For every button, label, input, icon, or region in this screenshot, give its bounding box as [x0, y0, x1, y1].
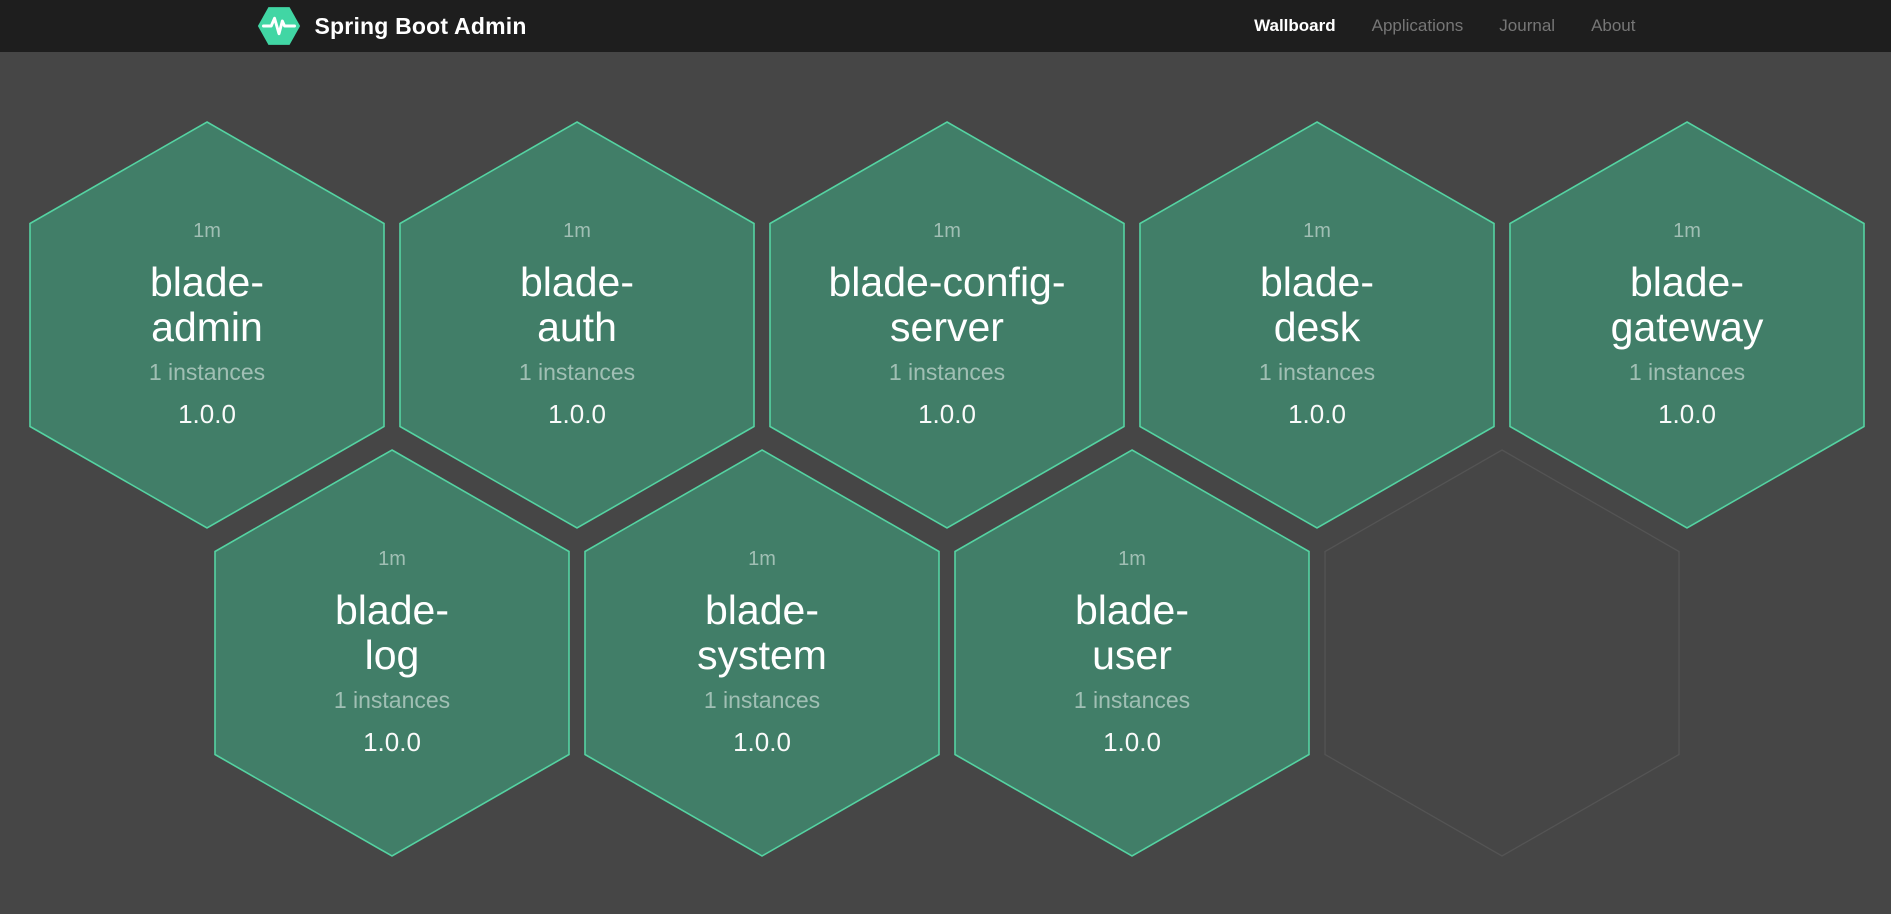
- app-name: blade- log: [335, 588, 449, 677]
- app-name: blade-config- server: [828, 260, 1065, 349]
- top-navbar: Spring Boot Admin Wallboard Applications…: [0, 0, 1891, 52]
- hexagon-content: 1m blade- system 1 instances 1.0.0: [585, 450, 939, 856]
- nav-item-journal[interactable]: Journal: [1499, 16, 1555, 36]
- app-uptime: 1m: [748, 548, 776, 571]
- app-version: 1.0.0: [363, 727, 421, 758]
- brand[interactable]: Spring Boot Admin: [256, 6, 527, 46]
- app-version: 1.0.0: [733, 727, 791, 758]
- wallboard-canvas: 1m blade- admin 1 instances 1.0.0 1m bla…: [0, 52, 1891, 914]
- app-title: Spring Boot Admin: [315, 13, 527, 40]
- app-instances: 1 instances: [519, 359, 635, 386]
- app-version: 1.0.0: [918, 399, 976, 430]
- hexagon-content: 1m blade- user 1 instances 1.0.0: [955, 450, 1309, 856]
- main-nav: Wallboard Applications Journal About: [1254, 16, 1635, 36]
- app-name: blade- desk: [1260, 260, 1374, 349]
- hexagon-content: 1m blade- log 1 instances 1.0.0: [215, 450, 569, 856]
- app-instances: 1 instances: [149, 359, 265, 386]
- navbar-container: Spring Boot Admin Wallboard Applications…: [256, 0, 1636, 52]
- app-uptime: 1m: [1303, 220, 1331, 243]
- app-version: 1.0.0: [1103, 727, 1161, 758]
- app-name: blade- user: [1075, 588, 1189, 677]
- app-hexagon-blade-system[interactable]: 1m blade- system 1 instances 1.0.0: [585, 450, 939, 856]
- app-uptime: 1m: [378, 548, 406, 571]
- app-instances: 1 instances: [889, 359, 1005, 386]
- app-hexagon-blade-user[interactable]: 1m blade- user 1 instances 1.0.0: [955, 450, 1309, 856]
- app-hexagon-blade-log[interactable]: 1m blade- log 1 instances 1.0.0: [215, 450, 569, 856]
- app-instances: 1 instances: [334, 687, 450, 714]
- app-uptime: 1m: [563, 220, 591, 243]
- app-instances: 1 instances: [1074, 687, 1190, 714]
- nav-item-applications[interactable]: Applications: [1372, 16, 1464, 36]
- app-version: 1.0.0: [1658, 399, 1716, 430]
- hexagon-outline-shape: [1325, 450, 1679, 856]
- nav-item-about[interactable]: About: [1591, 16, 1635, 36]
- app-uptime: 1m: [933, 220, 961, 243]
- app-name: blade- system: [697, 588, 827, 677]
- app-uptime: 1m: [193, 220, 221, 243]
- nav-item-wallboard[interactable]: Wallboard: [1254, 16, 1336, 36]
- app-instances: 1 instances: [704, 687, 820, 714]
- empty-hexagon-slot: [1325, 450, 1679, 856]
- app-version: 1.0.0: [178, 399, 236, 430]
- app-uptime: 1m: [1673, 220, 1701, 243]
- app-name: blade- auth: [520, 260, 634, 349]
- app-name: blade- admin: [150, 260, 264, 349]
- app-instances: 1 instances: [1629, 359, 1745, 386]
- app-version: 1.0.0: [1288, 399, 1346, 430]
- app-instances: 1 instances: [1259, 359, 1375, 386]
- spring-boot-admin-logo-icon: [256, 6, 302, 46]
- app-version: 1.0.0: [548, 399, 606, 430]
- app-name: blade- gateway: [1611, 260, 1764, 349]
- app-uptime: 1m: [1118, 548, 1146, 571]
